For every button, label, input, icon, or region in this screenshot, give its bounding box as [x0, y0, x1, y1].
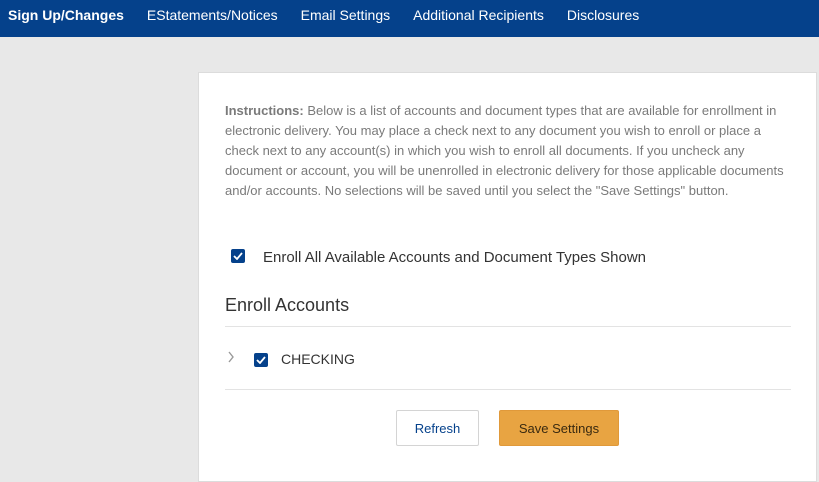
chevron-right-icon[interactable] — [227, 351, 235, 363]
enrollment-panel: Instructions: Below is a list of account… — [198, 72, 817, 482]
instructions-label: Instructions: — [225, 103, 304, 118]
checkmark-icon — [256, 356, 266, 364]
tab-disclosures[interactable]: Disclosures — [567, 0, 639, 22]
enroll-all-label: Enroll All Available Accounts and Docume… — [263, 249, 647, 266]
checkmark-icon — [233, 252, 243, 260]
tab-additional-recipients[interactable]: Additional Recipients — [413, 0, 544, 22]
tab-email-settings[interactable]: Email Settings — [301, 0, 390, 22]
save-settings-button[interactable]: Save Settings — [499, 410, 619, 446]
tab-sign-up-changes[interactable]: Sign Up/Changes — [8, 0, 124, 22]
divider — [225, 326, 791, 327]
divider — [225, 389, 791, 390]
refresh-button[interactable]: Refresh — [396, 410, 479, 446]
instructions-text: Instructions: Below is a list of account… — [225, 101, 793, 201]
checking-account-checkbox[interactable] — [254, 353, 268, 367]
enroll-all-checkbox[interactable] — [231, 249, 245, 263]
instructions-body: Below is a list of accounts and document… — [225, 103, 784, 198]
account-name: CHECKING — [281, 351, 355, 367]
enroll-accounts-heading: Enroll Accounts — [225, 295, 350, 315]
top-navigation-bar: Sign Up/Changes EStatements/Notices Emai… — [0, 0, 819, 37]
tab-estatements-notices[interactable]: EStatements/Notices — [147, 0, 278, 22]
